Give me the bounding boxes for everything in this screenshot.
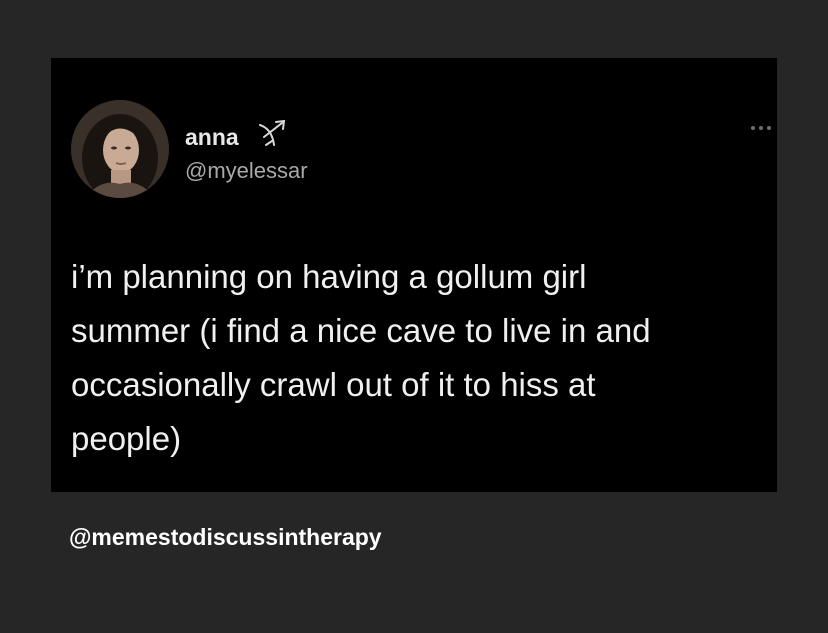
sagittarius-icon (259, 119, 286, 146)
tweet-text-line: people) (71, 420, 182, 457)
user-handle[interactable]: @myelessar (185, 158, 308, 184)
more-options-icon[interactable] (751, 124, 773, 132)
display-name[interactable]: anna (185, 124, 239, 150)
tweet-text-line: occasionally crawl out of it to hiss at (71, 366, 596, 403)
watermark-credit: @memestodiscussintherapy (69, 524, 382, 550)
tweet-text-line: i’m planning on having a gollum girl (71, 258, 587, 295)
tweet-text: i’m planning on having a gollum girl sum… (71, 250, 771, 466)
avatar[interactable] (71, 100, 169, 198)
tweet-text-line: summer (i find a nice cave to live in an… (71, 312, 651, 349)
avatar-portrait (71, 100, 169, 198)
tweet-card: anna @myelessar i’m planning on having a… (51, 58, 777, 492)
